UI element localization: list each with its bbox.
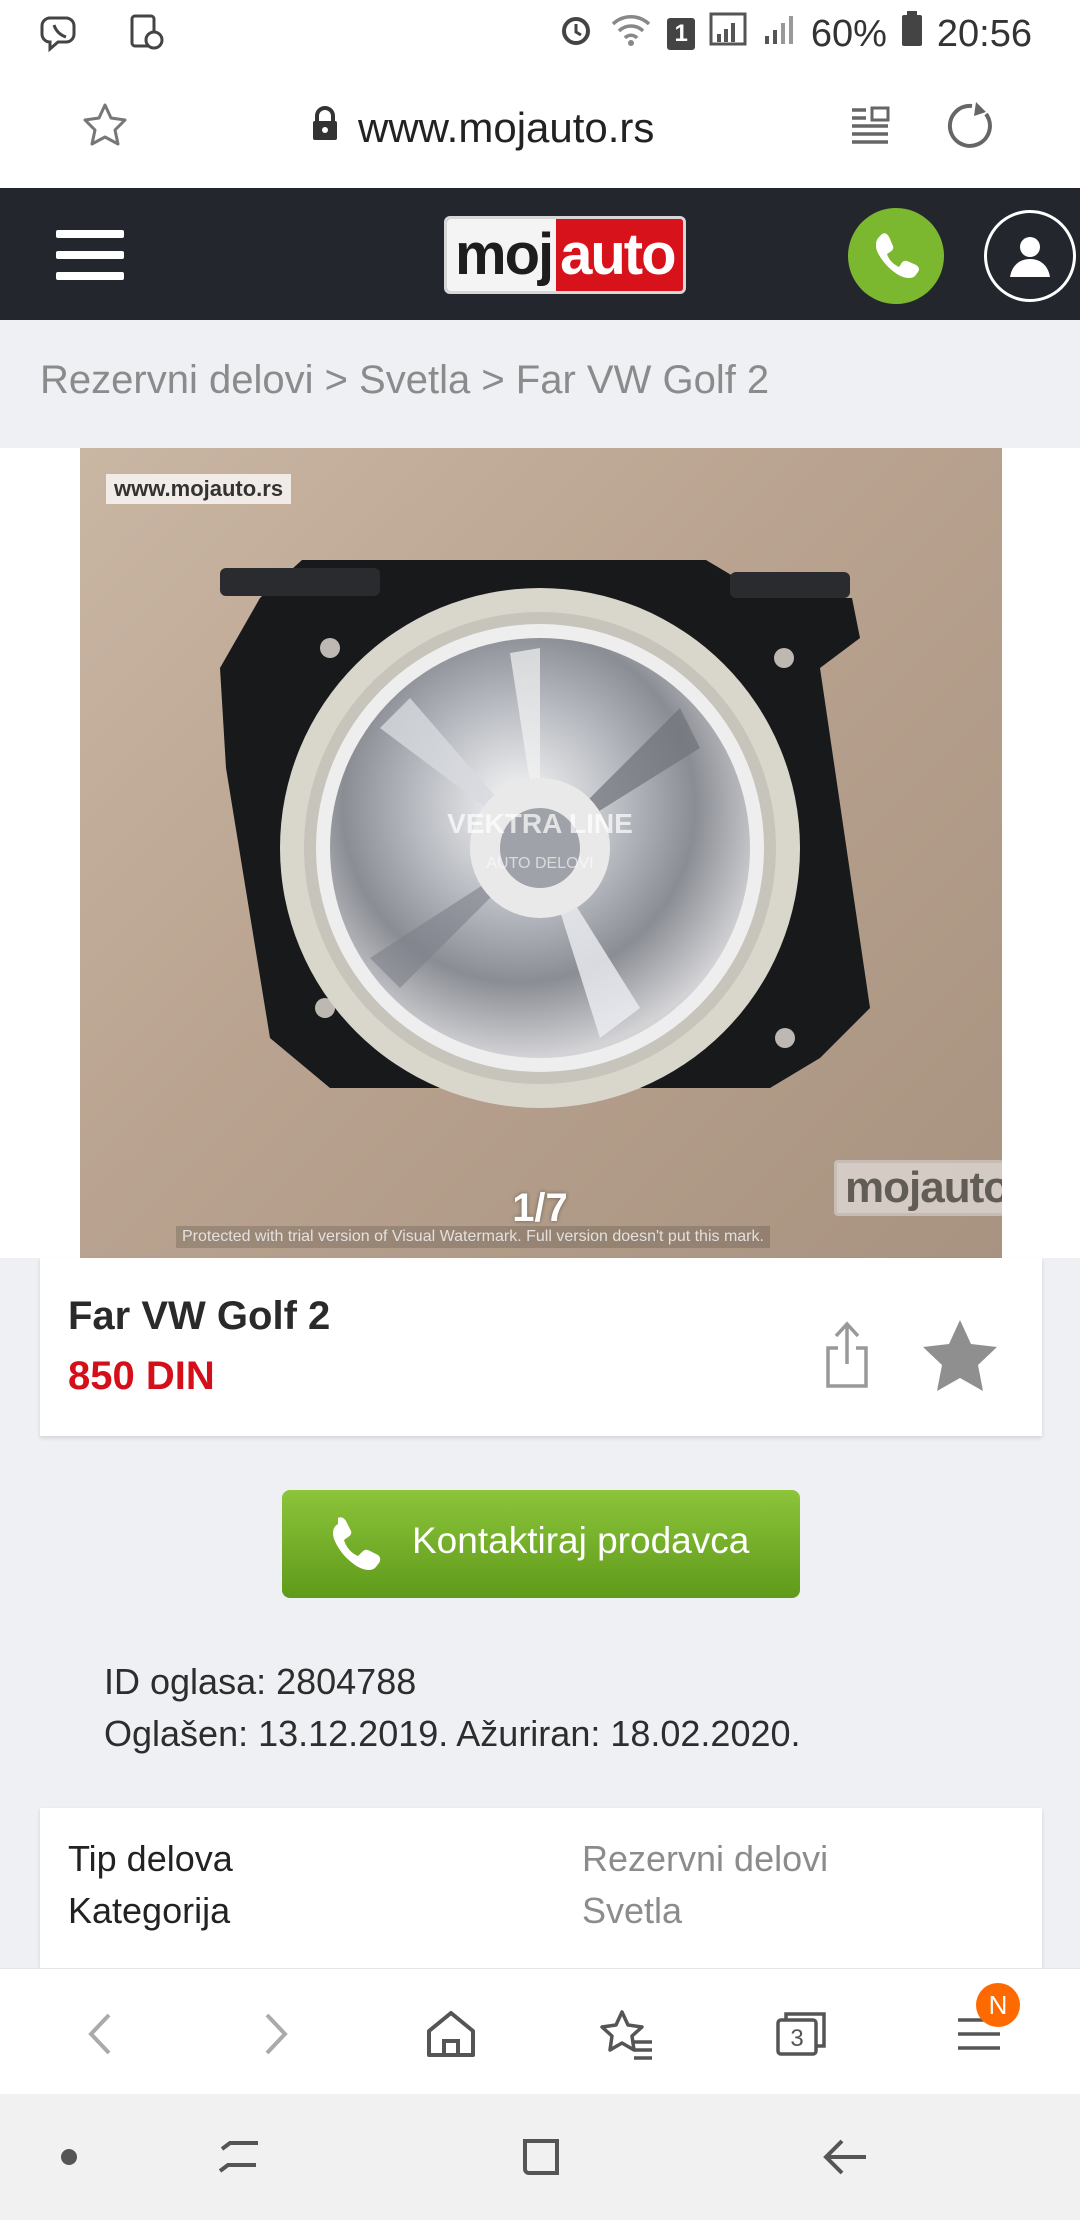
home-icon[interactable] — [406, 1989, 496, 2079]
battery-icon — [901, 11, 923, 57]
phone-icon — [875, 233, 919, 279]
spec-value: Rezervni delovi — [582, 1838, 829, 1879]
lens-subtext: AUTO DELOVI — [486, 855, 593, 872]
tabs-count: 3 — [790, 2025, 803, 2052]
call-button[interactable] — [848, 208, 944, 304]
wifi-icon — [609, 10, 653, 58]
recents-icon[interactable] — [194, 2112, 284, 2202]
alarm-icon — [557, 10, 595, 58]
user-icon — [1010, 237, 1050, 277]
spec-label: Kategorija — [68, 1890, 231, 1931]
image-counter: 1/7 — [512, 1186, 568, 1230]
forward-icon[interactable] — [230, 1989, 320, 2079]
listing-id: ID oglasa: 2804788 — [104, 1661, 417, 1702]
reload-icon[interactable] — [946, 100, 998, 157]
site-header: moj auto — [0, 188, 1080, 320]
spec-label: Tip delova — [68, 1838, 233, 1879]
logo-moj: moj — [447, 219, 557, 291]
share-icon[interactable] — [824, 1320, 870, 1395]
url-text: www.mojauto.rs — [358, 104, 655, 151]
tabs-icon[interactable]: 3 — [756, 1989, 846, 2079]
phone-icon — [326, 1514, 382, 1585]
mojauto-logo[interactable]: moj auto — [444, 216, 686, 294]
bookmark-star-icon[interactable] — [80, 100, 130, 155]
contact-seller-button[interactable]: Kontaktiraj prodavca — [282, 1490, 800, 1598]
listing-price: 850 DIN — [68, 1354, 215, 1398]
signal-icon — [709, 10, 749, 58]
hamburger-menu-icon[interactable] — [52, 224, 128, 291]
specs-card: Tip delova Rezervni delovi Kategorija Sv… — [40, 1808, 1042, 1968]
address-bar: www.mojauto.rs — [0, 66, 1080, 188]
bookmarks-icon[interactable] — [582, 1989, 672, 2079]
back-icon[interactable] — [56, 1989, 146, 2079]
listing-card: Far VW Golf 2 850 DIN — [40, 1258, 1042, 1436]
spec-value: Svetla — [582, 1890, 683, 1931]
screen-recorder-icon — [126, 12, 166, 57]
listing-meta: ID oglasa: 2804788 Oglašen: 13.12.2019. … — [104, 1656, 801, 1760]
lens-watermark: VEKTRA LINE — [447, 808, 633, 839]
listing-dates: Oglašen: 13.12.2019. Ažuriran: 18.02.202… — [104, 1713, 801, 1754]
system-nav-bar — [0, 2094, 1080, 2220]
headlight-image: VEKTRA LINE AUTO DELOVI — [220, 560, 870, 1108]
browser-toolbar: 3 N — [0, 1968, 1080, 2094]
signal-2-icon — [763, 10, 797, 58]
home-nav-icon[interactable] — [496, 2112, 586, 2202]
nav-dot-icon[interactable] — [24, 2112, 114, 2202]
logo-auto: auto — [556, 219, 683, 291]
back-nav-icon[interactable] — [800, 2112, 890, 2202]
notification-badge: N — [976, 1983, 1020, 2027]
sim-badge: 1 — [667, 18, 695, 50]
user-account-button[interactable] — [984, 210, 1076, 302]
url-field[interactable]: www.mojauto.rs — [310, 104, 654, 152]
favorite-star-icon[interactable] — [920, 1318, 1000, 1399]
clock: 20:56 — [936, 12, 1032, 55]
viber-icon — [40, 12, 80, 57]
lock-icon — [310, 104, 340, 152]
contact-seller-label: Kontaktiraj prodavca — [412, 1520, 750, 1561]
battery-percent: 60% — [810, 12, 887, 55]
listing-title: Far VW Golf 2 — [68, 1294, 331, 1338]
image-gallery[interactable]: www.mojauto.rs VEKTRA LINE AUTO DELOVI m… — [0, 448, 1080, 1258]
reader-mode-icon[interactable] — [846, 102, 894, 155]
breadcrumb[interactable]: Rezervni delovi > Svetla > Far VW Golf 2 — [40, 358, 769, 403]
product-photo[interactable]: www.mojauto.rs VEKTRA LINE AUTO DELOVI m… — [80, 448, 1002, 1258]
status-bar: 1 60% 20:56 — [0, 0, 1080, 66]
